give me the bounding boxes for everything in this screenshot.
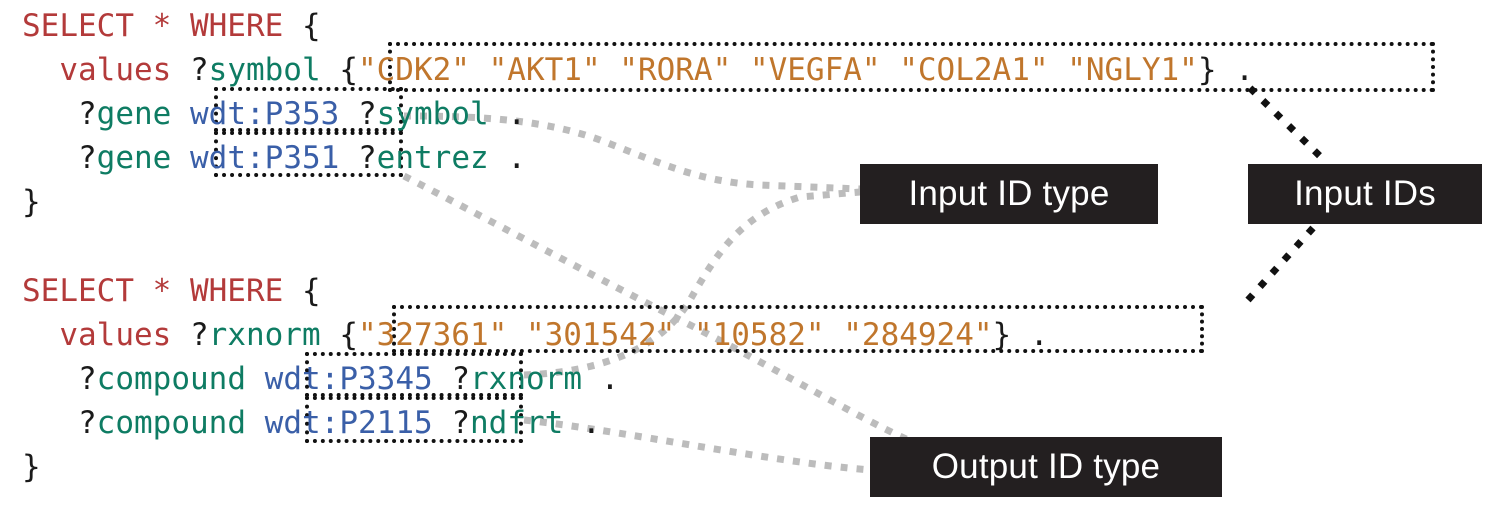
connector-values-gene-to-input-ids [1247, 85, 1330, 166]
callout-input-id-type: Input ID type [860, 164, 1158, 224]
callout-input-ids-text: Input IDs [1294, 174, 1436, 213]
connector-input-ids-to-values-compound [1245, 225, 1316, 303]
callout-output-id-type: Output ID type [870, 437, 1222, 497]
black-connector-layer [1245, 85, 1330, 303]
figure-canvas: SELECT * WHERE { values ?symbol {"CDK2" … [0, 0, 1500, 523]
callout-input-id-type-text: Input ID type [908, 174, 1110, 213]
callout-input-ids: Input IDs [1248, 164, 1482, 224]
callout-output-id-type-text: Output ID type [931, 447, 1161, 486]
